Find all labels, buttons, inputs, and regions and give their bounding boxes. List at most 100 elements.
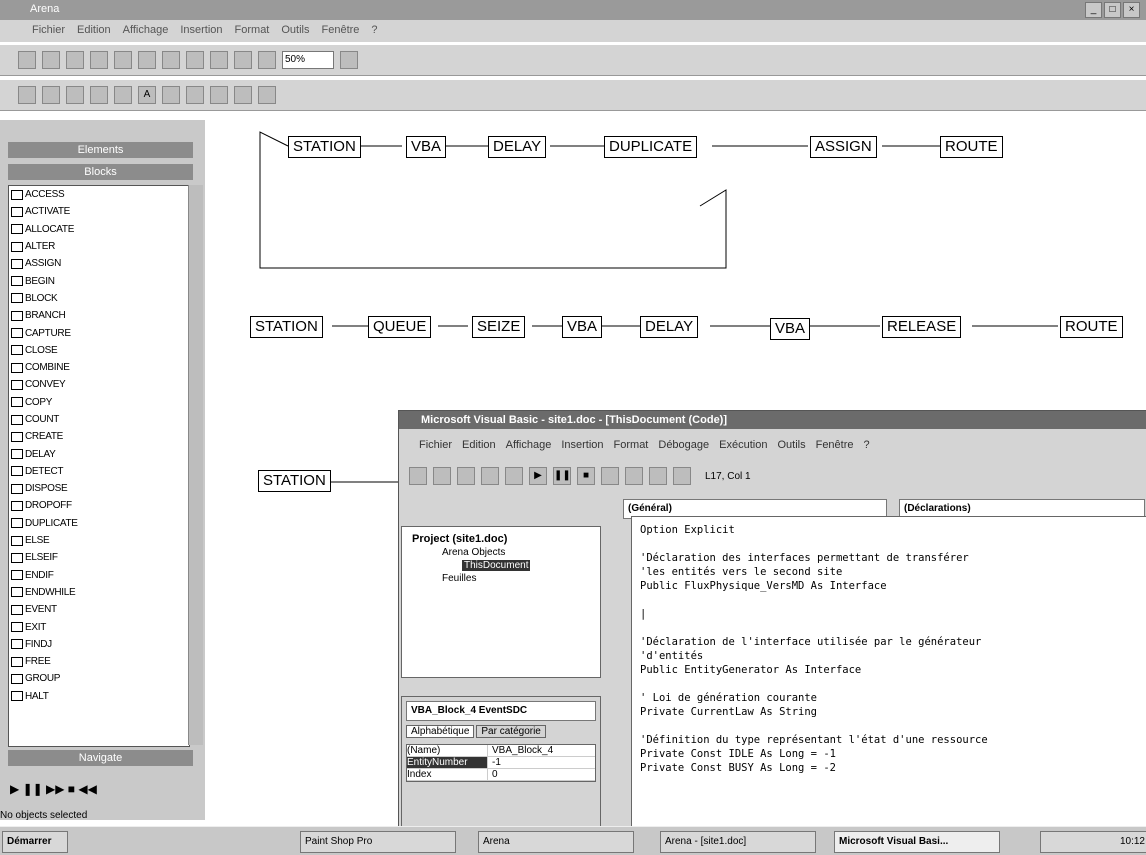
pause-icon[interactable]: ❚❚ [553, 467, 571, 485]
property-value[interactable]: 0 [488, 769, 498, 780]
block-list-item[interactable]: FINDJ [9, 636, 189, 653]
code-line[interactable]: Public FluxPhysique_VersMD As Interface [640, 579, 1138, 593]
stop-icon[interactable]: ■ [577, 467, 595, 485]
block-seize[interactable]: SEIZE [472, 316, 526, 338]
design-mode-icon[interactable] [601, 467, 619, 485]
tab-alphabetic[interactable]: Alphabétique [406, 725, 475, 738]
vba-menu-item[interactable]: Affichage [506, 439, 552, 451]
block-list-item[interactable]: ASSIGN [9, 255, 189, 272]
line-style-icon[interactable] [234, 86, 252, 104]
project-explorer-icon[interactable] [625, 467, 643, 485]
menu-item[interactable]: ? [371, 24, 377, 36]
property-value[interactable]: VBA_Block_4 [488, 745, 553, 756]
block-list-item[interactable]: ENDWHILE [9, 584, 189, 601]
block-list-item[interactable]: ACTIVATE [9, 203, 189, 220]
undo-icon[interactable] [505, 467, 523, 485]
arc-icon[interactable] [66, 86, 84, 104]
block-list-item[interactable]: ENDIF [9, 567, 189, 584]
block-list-item[interactable]: HALT [9, 688, 189, 705]
vba-menu-item[interactable]: Insertion [561, 439, 603, 451]
block-delay[interactable]: DELAY [640, 316, 699, 338]
vba-menu-item[interactable]: Fenêtre [816, 439, 854, 451]
property-value[interactable]: -1 [488, 757, 501, 768]
code-line[interactable]: Public EntityGenerator As Interface [640, 663, 1138, 677]
code-line[interactable]: ' Loi de génération courante [640, 691, 1138, 705]
blocks-scrollbar[interactable] [188, 185, 203, 745]
block-list-item[interactable]: GROUP [9, 670, 189, 687]
text-color-icon[interactable] [210, 86, 228, 104]
run-icon[interactable] [258, 86, 276, 104]
block-route[interactable]: ROUTE [1060, 316, 1123, 338]
code-line[interactable]: Private Const BUSY As Long = -2 [640, 761, 1138, 775]
block-list-item[interactable]: DUPLICATE [9, 515, 189, 532]
save-icon[interactable] [457, 467, 475, 485]
block-list-item[interactable]: CAPTURE [9, 324, 189, 341]
task-vba[interactable]: Microsoft Visual Basi... [834, 831, 1000, 853]
block-list-item[interactable]: DISPOSE [9, 480, 189, 497]
block-delay[interactable]: DELAY [488, 136, 547, 158]
block-list-item[interactable]: ALLOCATE [9, 221, 189, 238]
block-list-item[interactable]: FREE [9, 653, 189, 670]
print-icon[interactable] [90, 51, 108, 69]
help-icon[interactable] [340, 51, 358, 69]
block-list-item[interactable]: EVENT [9, 601, 189, 618]
code-line[interactable] [640, 677, 1138, 691]
new-icon[interactable] [18, 51, 36, 69]
block-assign[interactable]: ASSIGN [810, 136, 877, 158]
view-office-icon[interactable] [409, 467, 427, 485]
run-icon[interactable]: ▶ [529, 467, 547, 485]
blocks-tab[interactable]: Blocks [8, 164, 193, 180]
rectangle-icon[interactable] [90, 86, 108, 104]
vba-menu-item[interactable]: Débogage [658, 439, 709, 451]
object-browser-icon[interactable] [673, 467, 691, 485]
vba-menu-item[interactable]: Exécution [719, 439, 767, 451]
insert-icon[interactable] [433, 467, 451, 485]
block-route[interactable]: ROUTE [940, 136, 1003, 158]
block-list-item[interactable]: CREATE [9, 428, 189, 445]
vba-menu-item[interactable]: Format [614, 439, 649, 451]
block-list-item[interactable]: ALTER [9, 238, 189, 255]
block-list-item[interactable]: CONVEY [9, 376, 189, 393]
menu-item[interactable]: Affichage [123, 24, 169, 36]
block-list-item[interactable]: ELSEIF [9, 549, 189, 566]
maximize-button[interactable]: □ [1104, 2, 1121, 18]
code-line[interactable]: | [640, 607, 1138, 621]
block-list-item[interactable]: BEGIN [9, 272, 189, 289]
block-station[interactable]: STATION [250, 316, 323, 338]
elements-tab[interactable]: Elements [8, 142, 193, 158]
code-line[interactable]: 'Déclaration des interfaces permettant d… [640, 551, 1138, 565]
property-row[interactable]: Index 0 [407, 769, 595, 781]
redo-icon[interactable] [234, 51, 252, 69]
block-list-item[interactable]: DETECT [9, 463, 189, 480]
code-line[interactable]: 'les entités vers le second site [640, 565, 1138, 579]
block-list-item[interactable]: COUNT [9, 411, 189, 428]
block-station[interactable]: STATION [258, 470, 331, 492]
block-list-item[interactable]: ELSE [9, 532, 189, 549]
vba-menu-item[interactable]: ? [864, 439, 870, 451]
menu-item[interactable]: Fichier [32, 24, 65, 36]
block-list-item[interactable]: BRANCH [9, 307, 189, 324]
block-vba[interactable]: VBA [562, 316, 603, 338]
code-text[interactable]: Option Explicit 'Déclaration des interfac… [632, 517, 1146, 781]
code-line[interactable]: Private CurrentLaw As String [640, 705, 1138, 719]
block-duplicate[interactable]: DUPLICATE [604, 136, 698, 158]
block-vba[interactable]: VBA [770, 318, 811, 340]
tab-by-category[interactable]: Par catégorie [476, 725, 546, 738]
start-button[interactable]: Démarrer [2, 831, 68, 853]
block-station[interactable]: STATION [288, 136, 361, 158]
block-list-item[interactable]: COMBINE [9, 359, 189, 376]
block-queue[interactable]: QUEUE [368, 316, 432, 338]
task-paintshop[interactable]: Paint Shop Pro [300, 831, 456, 853]
block-list-item[interactable]: ACCESS [9, 186, 189, 203]
navigate-tab[interactable]: Navigate [8, 750, 193, 766]
properties-icon[interactable] [649, 467, 667, 485]
code-line[interactable] [640, 537, 1138, 551]
code-line[interactable]: 'Définition du type représentant l'état … [640, 733, 1138, 747]
save-icon[interactable] [66, 51, 84, 69]
code-line[interactable]: Option Explicit [640, 523, 1138, 537]
menu-item[interactable]: Insertion [180, 24, 222, 36]
code-line[interactable]: 'd'entités [640, 649, 1138, 663]
menu-item[interactable]: Fenêtre [322, 24, 360, 36]
paste-icon[interactable] [186, 51, 204, 69]
line-color-icon[interactable] [162, 86, 180, 104]
